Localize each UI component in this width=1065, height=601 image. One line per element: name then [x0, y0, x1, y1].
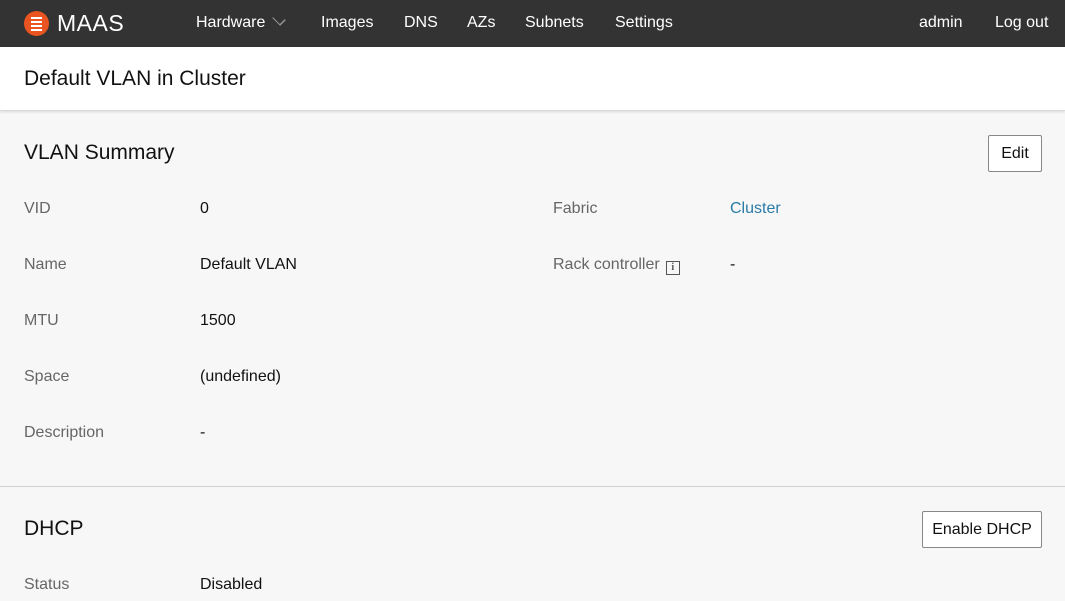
dhcp-title: DHCP	[24, 517, 84, 540]
enable-dhcp-button[interactable]: Enable DHCP	[922, 511, 1042, 548]
space-value: (undefined)	[200, 368, 281, 385]
nav-dns[interactable]: DNS	[404, 0, 438, 47]
chevron-down-icon	[272, 12, 287, 26]
rack-controller-label: Rack controller i	[553, 256, 680, 275]
nav-hardware-label: Hardware	[196, 14, 266, 31]
dhcp-status-label: Status	[24, 576, 70, 593]
nav-images[interactable]: Images	[321, 0, 373, 47]
fabric-label: Fabric	[553, 200, 598, 217]
edit-button[interactable]: Edit	[988, 135, 1042, 172]
nav-subnets[interactable]: Subnets	[525, 0, 584, 47]
section-divider	[0, 486, 1065, 487]
rack-controller-value: -	[730, 256, 736, 273]
name-value: Default VLAN	[200, 256, 297, 273]
nav-settings[interactable]: Settings	[615, 0, 673, 47]
space-label: Space	[24, 368, 70, 385]
info-icon[interactable]: i	[665, 261, 680, 275]
mtu-label: MTU	[24, 312, 59, 329]
fabric-link[interactable]: Cluster	[730, 200, 781, 218]
nav-hardware[interactable]: Hardware	[196, 0, 287, 47]
top-navigation: MAAS Hardware Images DNS AZs Subnets Set…	[0, 0, 1065, 47]
vid-value: 0	[200, 200, 209, 217]
vlan-summary-title: VLAN Summary	[24, 141, 175, 164]
nav-logout[interactable]: Log out	[995, 0, 1048, 47]
nav-user-admin[interactable]: admin	[919, 0, 963, 47]
maas-logo[interactable]: MAAS	[24, 11, 124, 36]
page-header: Default VLAN in Cluster	[0, 47, 1065, 111]
description-value: -	[200, 424, 206, 441]
description-label: Description	[24, 424, 105, 441]
dhcp-status-value: Disabled	[200, 576, 263, 593]
maas-logo-icon	[24, 11, 49, 36]
name-label: Name	[24, 256, 67, 273]
mtu-value: 1500	[200, 312, 236, 329]
rack-controller-label-text: Rack controller	[553, 256, 660, 273]
logo-text: MAAS	[57, 10, 125, 36]
page-title: Default VLAN in Cluster	[24, 67, 246, 90]
nav-azs[interactable]: AZs	[467, 0, 495, 47]
vid-label: VID	[24, 200, 51, 217]
